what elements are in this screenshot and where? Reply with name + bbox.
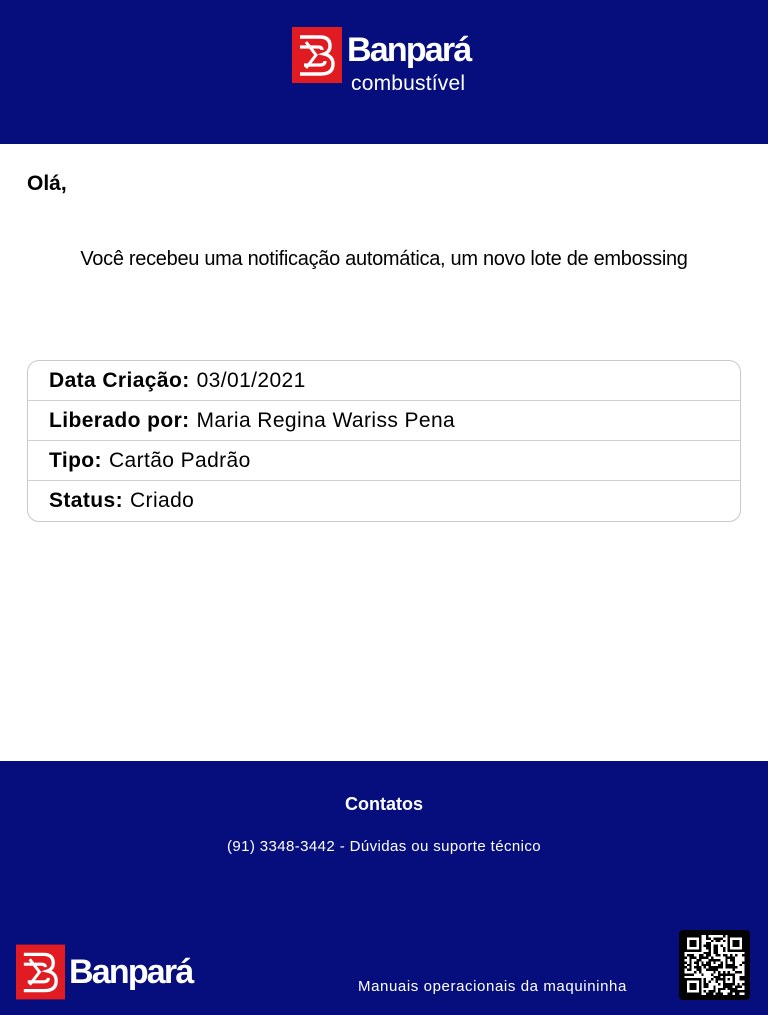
status-label: Status: [49,489,123,512]
email-footer: Contatos (91) 3348-3442 - Dúvidas ou sup… [0,761,768,1015]
contacts-title: Contatos [345,794,423,814]
row-created-date: Data Criação: 03/01/2021 [28,361,740,401]
email-header: Banpará combustível [0,0,768,144]
released-by-value: Maria Regina Wariss Pena [196,408,456,432]
qr-code-icon[interactable] [679,930,750,1000]
brand-subtitle: combustível [351,72,466,95]
row-released-by: Liberado por: Maria Regina Wariss Pena [28,401,740,441]
created-date-label: Data Criação: [49,368,190,392]
status-value: Criado [129,489,195,512]
manuals-link[interactable]: Manuais operacionais da maquininha [358,977,627,997]
banpara-logo-mark-icon [292,27,342,83]
footer-banpara-logo: Banpará [16,944,206,1002]
batch-details-table: Data Criação: 03/01/2021 Liberado por: M… [27,360,741,522]
brand-name: Banpará [347,31,472,69]
qr-code-pattern [684,935,745,995]
banpara-combustivel-logo: Banpará combustível [292,27,492,97]
type-label: Tipo: [49,448,102,472]
banpara-logo-mark-icon [16,944,65,1000]
released-by-label: Liberado por: [49,408,190,432]
notification-message: Você recebeu uma notificação automática,… [80,248,688,270]
greeting: Olá, [27,172,67,195]
created-date-value: 03/01/2021 [196,368,306,392]
support-phone[interactable]: (91) 3348-3442 - Dúvidas ou suporte técn… [0,837,768,857]
row-type: Tipo: Cartão Padrão [28,441,740,481]
row-status: Status: Criado [28,481,740,521]
footer-brand-name: Banpará [69,953,194,991]
type-value: Cartão Padrão [108,448,251,472]
